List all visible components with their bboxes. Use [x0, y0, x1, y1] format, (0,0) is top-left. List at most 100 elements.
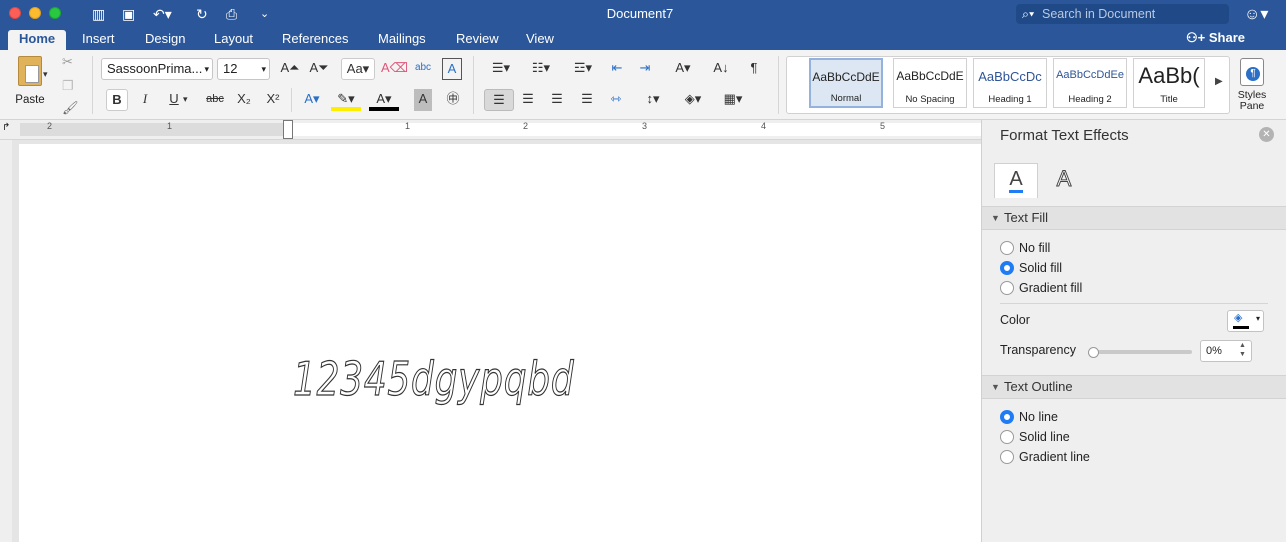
borders-icon[interactable]: ▦▾: [716, 89, 750, 111]
transparency-slider-thumb[interactable]: [1088, 347, 1099, 358]
justify-button[interactable]: ☰: [575, 89, 599, 111]
enclose-characters-icon[interactable]: ㊥: [442, 89, 464, 111]
bold-button[interactable]: B: [106, 89, 128, 111]
color-picker-button[interactable]: ◈ ▾: [1227, 310, 1264, 332]
text-effects-icon[interactable]: A▾: [297, 89, 327, 111]
indent-marker[interactable]: [283, 120, 293, 139]
radio-no-fill[interactable]: [1000, 241, 1014, 255]
share-button[interactable]: ⚇+ Share: [1186, 30, 1245, 46]
highlight-color-icon[interactable]: ✎▾: [331, 89, 361, 111]
style-heading-1[interactable]: AaBbCcDc Heading 1: [973, 58, 1047, 108]
tab-text-fill-outline[interactable]: A: [994, 163, 1038, 198]
font-name-dropdown[interactable]: SassoonPrima... ▾: [101, 58, 213, 80]
collapse-triangle-icon: ▼: [991, 382, 1000, 392]
color-label: Color: [1000, 313, 1030, 327]
tab-home[interactable]: Home: [8, 30, 67, 50]
show-paragraph-marks-icon[interactable]: ¶: [743, 58, 765, 80]
font-size-dropdown[interactable]: 12 ▾: [217, 58, 270, 80]
styles-pane-icon: ¶: [1240, 58, 1264, 86]
save-icon[interactable]: ▣: [122, 5, 135, 23]
print-icon[interactable]: ⎙: [226, 5, 237, 23]
title-bar: ▥ ▣ ↶▾ ↻ ⎙ ⌄ Document7 ⌕▾ Search in Docu…: [0, 0, 1286, 27]
change-case-icon[interactable]: Aa▾: [341, 58, 375, 80]
align-left-button[interactable]: ☰: [484, 89, 514, 111]
superscript-icon[interactable]: X²: [262, 89, 284, 111]
numbering-icon[interactable]: ☷▾: [524, 58, 558, 80]
align-right-button[interactable]: ☰: [545, 89, 569, 111]
character-shading-icon[interactable]: A: [414, 89, 432, 111]
paste-dropdown-icon[interactable]: ▾: [43, 64, 48, 86]
style-title[interactable]: AaBb( Title: [1133, 58, 1205, 108]
ruler-number: 2: [523, 121, 529, 131]
document-text[interactable]: 12345dgypqbd: [293, 351, 575, 406]
radio-gradient-fill[interactable]: [1000, 281, 1014, 295]
transparency-slider-track[interactable]: [1092, 350, 1192, 354]
radio-gradient-line[interactable]: [1000, 450, 1014, 464]
style-heading-2[interactable]: AaBbCcDdEe Heading 2: [1053, 58, 1127, 108]
styles-pane-button[interactable]: ¶ Styles Pane: [1234, 58, 1270, 112]
grow-font-icon[interactable]: A⏶: [279, 58, 301, 80]
solid-fill-label: Solid fill: [1019, 261, 1063, 275]
redo-icon[interactable]: ↻: [196, 5, 208, 23]
clear-formatting-icon[interactable]: A⌫: [381, 58, 408, 80]
search-input[interactable]: ⌕▾ Search in Document: [1016, 4, 1229, 24]
style-normal[interactable]: AaBbCcDdE Normal: [809, 58, 883, 108]
smiley-feedback-icon[interactable]: ☺▾: [1244, 4, 1268, 24]
ruler-text-area: [288, 123, 981, 136]
horizontal-ruler[interactable]: ↱ 2 1 1 2 3 4 5: [0, 120, 981, 140]
increase-indent-icon[interactable]: ⇥: [634, 58, 656, 80]
document-page[interactable]: [19, 144, 981, 542]
window-title: Document7: [606, 6, 674, 21]
shading-icon[interactable]: ◈▾: [676, 89, 710, 111]
text-outline-section-header[interactable]: ▼ Text Outline: [982, 375, 1286, 399]
strikethrough-button[interactable]: abc: [201, 89, 229, 111]
customize-toolbar-icon[interactable]: ⌄: [260, 5, 269, 23]
tab-layout[interactable]: Layout: [203, 30, 264, 50]
solid-line-label: Solid line: [1019, 430, 1070, 444]
italic-button[interactable]: I: [134, 89, 156, 111]
radio-no-line[interactable]: [1000, 410, 1014, 424]
radio-solid-fill[interactable]: [1000, 261, 1014, 275]
line-spacing-icon[interactable]: ↕▾: [636, 89, 670, 111]
text-fill-section-header[interactable]: ▼ Text Fill: [982, 206, 1286, 230]
tab-insert[interactable]: Insert: [71, 30, 126, 50]
tab-view[interactable]: View: [515, 30, 565, 50]
undo-icon[interactable]: ↶▾: [153, 5, 172, 23]
decrease-indent-icon[interactable]: ⇤: [606, 58, 628, 80]
align-center-button[interactable]: ☰: [516, 89, 540, 111]
multilevel-list-icon[interactable]: ☲▾: [566, 58, 600, 80]
tab-design[interactable]: Design: [134, 30, 196, 50]
pane-title: Format Text Effects: [1000, 127, 1129, 144]
maximize-window-button[interactable]: [49, 7, 61, 19]
shrink-font-icon[interactable]: A⏷: [308, 58, 330, 80]
chevron-down-icon: ▾: [204, 64, 209, 74]
radio-solid-line[interactable]: [1000, 430, 1014, 444]
tab-selector-icon[interactable]: ↱: [2, 122, 10, 133]
styles-gallery-next-icon[interactable]: ▶: [1215, 76, 1223, 87]
vertical-ruler[interactable]: [0, 140, 12, 542]
tab-references[interactable]: References: [271, 30, 359, 50]
tab-mailings[interactable]: Mailings: [367, 30, 437, 50]
asian-layout-icon[interactable]: A▾: [668, 58, 698, 80]
subscript-icon[interactable]: X₂: [233, 89, 255, 111]
phonetic-guide-icon[interactable]: abc: [411, 58, 435, 80]
distributed-button[interactable]: ⇿: [605, 89, 627, 111]
underline-dropdown-icon[interactable]: ▾: [183, 89, 188, 111]
tab-text-effects[interactable]: A: [1042, 163, 1086, 198]
transparency-stepper[interactable]: ▲ ▼: [1239, 341, 1246, 359]
sort-icon[interactable]: A↓: [707, 58, 735, 80]
add-person-icon: ⚇+: [1186, 30, 1206, 45]
cut-icon[interactable]: ✂: [62, 52, 73, 74]
close-window-button[interactable]: [9, 7, 21, 19]
character-border-icon[interactable]: A: [442, 58, 462, 80]
bullets-icon[interactable]: ☰▾: [484, 58, 518, 80]
sidebar-icon[interactable]: ▥: [92, 5, 105, 23]
style-no-spacing[interactable]: AaBbCcDdE No Spacing: [893, 58, 967, 108]
copy-icon[interactable]: ❐: [62, 76, 74, 98]
font-color-icon[interactable]: A▾: [369, 89, 399, 111]
tab-review[interactable]: Review: [445, 30, 510, 50]
underline-button[interactable]: U: [163, 89, 185, 111]
format-painter-icon[interactable]: 🖌: [62, 98, 79, 120]
minimize-window-button[interactable]: [29, 7, 41, 19]
close-icon[interactable]: ✕: [1259, 127, 1274, 142]
